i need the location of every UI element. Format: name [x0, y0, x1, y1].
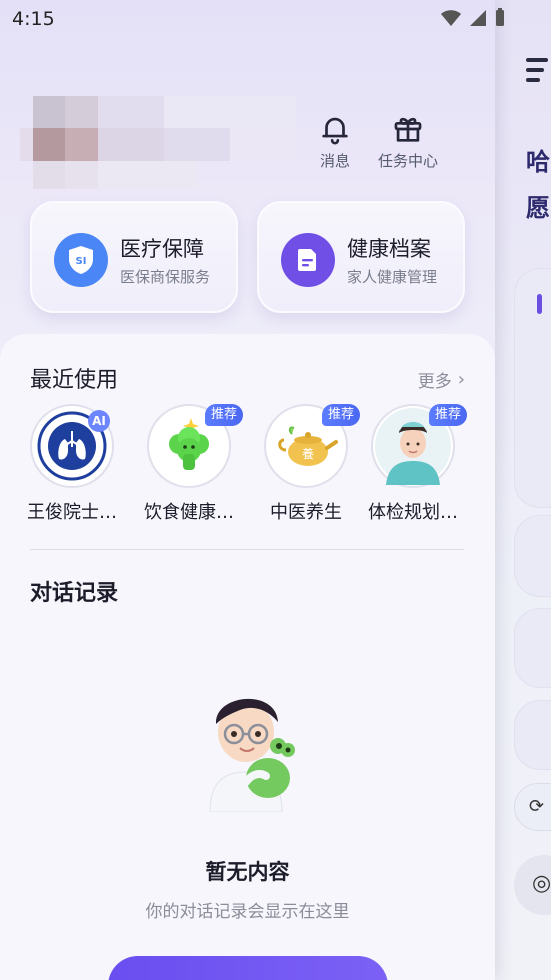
status-icons [440, 8, 506, 28]
ai-badge: AI [88, 410, 110, 432]
history-title: 对话记录 [30, 581, 119, 606]
recommend-badge: 推荐 [428, 404, 467, 426]
medical-insurance-title: 医疗保障 [120, 237, 204, 261]
divider [30, 549, 464, 550]
task-center-label: 任务中心 [378, 152, 439, 170]
teapot-avatar: 養 推荐 [264, 404, 360, 488]
menu-icon[interactable] [526, 58, 550, 88]
recent-item-academician[interactable]: AI 王俊院士… [17, 404, 127, 524]
background-greeting-line1: 哈 [526, 148, 550, 176]
background-greeting-line2: 愿 [526, 194, 550, 222]
empty-title: 暂无内容 [205, 860, 290, 884]
medical-insurance-card[interactable]: SI 医疗保障 医保商保服务 [30, 201, 238, 313]
background-input-card [514, 268, 551, 508]
nurse-avatar: 推荐 [371, 404, 467, 488]
signal-icon [470, 10, 486, 26]
document-icon [281, 233, 335, 287]
recent-item-name: 王俊院士… [27, 502, 117, 523]
more-label: 更多 [417, 372, 452, 392]
shield-icon-text: SI [76, 256, 87, 267]
health-records-subtitle: 家人健康管理 [347, 268, 438, 286]
background-card [514, 608, 551, 688]
profile-info-blurred[interactable] [20, 96, 296, 192]
recent-item-name: 中医养生 [270, 502, 342, 523]
task-center-button[interactable]: 任务中心 [378, 112, 438, 171]
recent-item-diet[interactable]: 推荐 饮食健康… [134, 404, 244, 524]
medical-insurance-subtitle: 医保商保服务 [120, 268, 211, 286]
teapot-text: 養 [302, 446, 314, 461]
wifi-icon [441, 10, 461, 26]
health-records-card[interactable]: 健康档案 家人健康管理 [257, 201, 465, 313]
recommend-badge: 推荐 [204, 404, 243, 426]
start-chat-button[interactable] [108, 956, 388, 980]
lung-logo-avatar: AI [30, 404, 114, 488]
recommend-badge: 推荐 [321, 404, 360, 426]
more-link[interactable]: 更多 › [418, 367, 465, 392]
chevron-right-icon: › [457, 369, 465, 390]
content-panel: 最近使用 更多 › AI 王俊院士… 推荐 饮食健康… 養 推荐 中医养生 推荐… [0, 334, 495, 980]
health-records-title: 健康档案 [347, 237, 431, 261]
background-card [514, 700, 551, 770]
messages-label: 消息 [319, 152, 350, 170]
status-bar: 4:15 [0, 0, 551, 38]
messages-button[interactable]: 消息 [318, 112, 352, 171]
empty-illustration [196, 682, 306, 813]
side-drawer: 消息 任务中心 SI 医疗保障 医保商保服务 健康档案 家人健康管理 最近使用 … [0, 0, 495, 980]
gift-icon [394, 117, 422, 142]
broccoli-avatar: 推荐 [147, 404, 243, 488]
shield-icon: SI [54, 233, 108, 287]
empty-subtitle: 你的对话记录会显示在这里 [145, 902, 350, 922]
recent-item-checkup[interactable]: 推荐 体检规划… [358, 404, 468, 524]
recent-title: 最近使用 [30, 368, 119, 393]
background-cursor [537, 294, 542, 314]
recent-item-tcm[interactable]: 養 推荐 中医养生 [251, 404, 361, 524]
recent-item-name: 体检规划… [368, 502, 458, 523]
status-time: 4:15 [12, 8, 55, 30]
recent-item-name: 饮食健康… [144, 502, 234, 523]
background-card [514, 515, 551, 597]
battery-icon [496, 8, 504, 26]
bell-icon [322, 117, 348, 145]
